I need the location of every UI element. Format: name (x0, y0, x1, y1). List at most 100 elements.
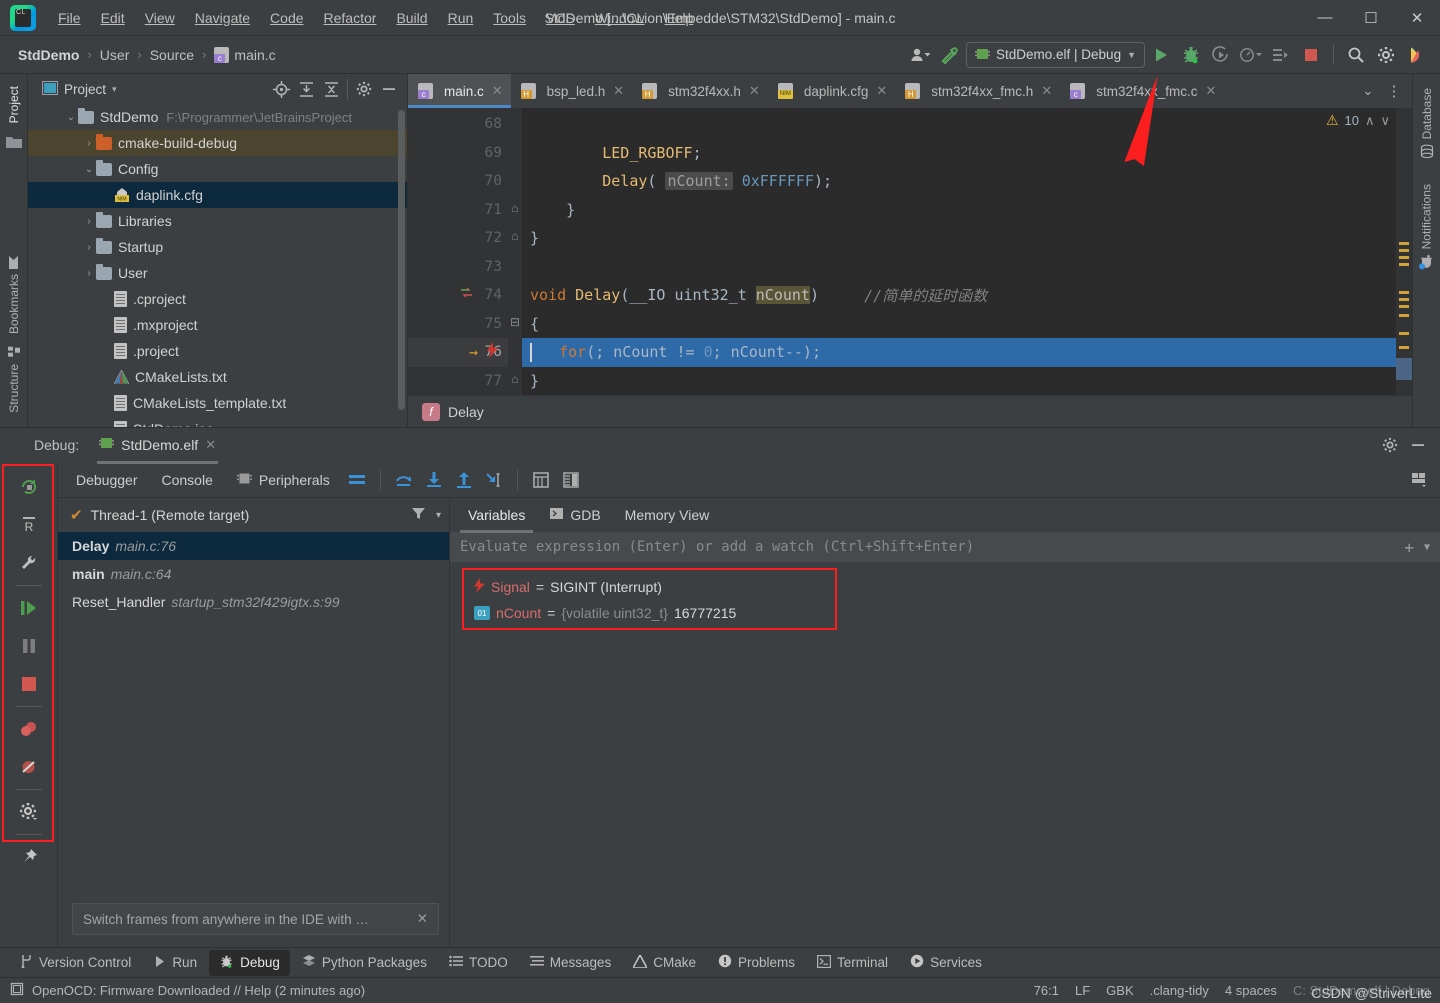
debug-session-tab[interactable]: StdDemo.elf ✕ (91, 432, 224, 464)
tab-stm32f4xx-h[interactable]: stm32f4xx.h ✕ (632, 74, 768, 108)
pause-program-icon[interactable] (14, 631, 44, 661)
menu-build[interactable]: Build (386, 5, 437, 31)
resume-program-icon[interactable] (14, 593, 44, 623)
view-breakpoints-icon[interactable] (14, 714, 44, 744)
hide-icon[interactable] (377, 77, 401, 101)
sidebar-item-database[interactable]: Database (1420, 82, 1434, 164)
run-icon[interactable] (1147, 41, 1175, 69)
breadcrumb-mainc[interactable]: main.c (210, 45, 279, 65)
toolwindow-debug[interactable]: Debug (209, 949, 290, 976)
settings-gear-icon[interactable] (14, 797, 44, 827)
tab-main-c[interactable]: main.c ✕ (408, 74, 511, 108)
layout-settings-icon[interactable] (344, 467, 370, 493)
code-editor[interactable]: 68 69 70 71 72 73 74 75 76 → (408, 108, 1412, 395)
gear-icon[interactable] (1378, 433, 1402, 457)
close-icon[interactable]: ✕ (492, 83, 503, 99)
attach-icon[interactable] (1267, 41, 1295, 69)
tree-row-cmake-build-debug[interactable]: › cmake-build-debug (28, 130, 407, 156)
run-with-coverage-icon[interactable] (1207, 41, 1235, 69)
caret-position[interactable]: 76:1 (1034, 983, 1059, 998)
inspection-widget[interactable]: ⚠ 10 ∧ ∨ (1326, 112, 1390, 129)
hide-icon[interactable] (1406, 433, 1430, 457)
frame-row-delay[interactable]: Delay main.c:76 (58, 532, 449, 560)
tab-gdb[interactable]: GDB (539, 500, 610, 530)
tab-stm32f4xx-fmc-h[interactable]: stm32f4xx_fmc.h ✕ (895, 74, 1060, 108)
filter-icon[interactable] (411, 506, 426, 524)
tree-row-startup[interactable]: › Startup (28, 234, 407, 260)
status-message-area[interactable]: OpenOCD: Firmware Downloaded // Help (2 … (10, 982, 365, 999)
tree-row-daplink-cfg[interactable]: NIM daplink.cfg (28, 182, 407, 208)
sidebar-item-bookmarks[interactable]: Bookmarks (7, 250, 21, 340)
close-icon[interactable]: ✕ (205, 437, 216, 453)
layout-options-icon[interactable] (1406, 467, 1432, 493)
menu-view[interactable]: View (135, 5, 185, 31)
close-icon[interactable]: ✕ (1206, 83, 1217, 99)
chevron-down-icon[interactable]: ▾ (112, 84, 117, 95)
tree-row-cproject[interactable]: .cproject (28, 286, 407, 312)
settings-gear-icon[interactable] (1372, 41, 1400, 69)
fold-marker[interactable]: ⌂ (508, 222, 522, 251)
status-message[interactable]: OpenOCD: Firmware Downloaded // Help (2 … (32, 983, 365, 998)
restore-layout-icon[interactable]: R (14, 510, 44, 540)
sidebar-item-notifications[interactable]: Notifications (1419, 178, 1434, 275)
tree-row-project[interactable]: .project (28, 338, 407, 364)
toolwindow-version-control[interactable]: Version Control (10, 950, 141, 975)
fold-marker[interactable]: ⌂ (508, 365, 522, 394)
tab-stm32f4xx-fmc-c[interactable]: stm32f4xx_fmc.c ✕ (1060, 74, 1224, 108)
file-encoding[interactable]: GBK (1106, 983, 1133, 998)
tree-row-cmakelists-template[interactable]: CMakeLists_template.txt (28, 390, 407, 416)
chevron-down-icon[interactable]: ⌄ (82, 164, 96, 175)
fold-marker[interactable]: ⌂ (508, 194, 522, 223)
user-settings-icon[interactable] (906, 41, 934, 69)
fold-marker[interactable]: ⊟ (508, 308, 522, 337)
menu-tools[interactable]: Tools (483, 5, 536, 31)
toolwindow-todo[interactable]: TODO (439, 951, 518, 974)
tree-row-config[interactable]: ⌄ Config (28, 156, 407, 182)
error-stripe-marker-bar[interactable] (1396, 108, 1412, 395)
settings-wrench-icon[interactable] (14, 548, 44, 578)
toolwindow-messages[interactable]: Messages (520, 951, 622, 974)
menu-code[interactable]: Code (260, 5, 313, 31)
stop-icon[interactable] (14, 669, 44, 699)
code-text-area[interactable]: LED_RGBOFF; Delay( nCount: 0xFFFFFF); } … (522, 108, 1396, 395)
close-icon[interactable]: ✕ (749, 83, 760, 99)
line-separator[interactable]: LF (1075, 983, 1090, 998)
variable-row-signal[interactable]: Signal = SIGINT (Interrupt) (466, 574, 1440, 600)
next-highlight-icon[interactable]: ∨ (1380, 113, 1390, 129)
chevron-down-icon[interactable]: ⌄ (64, 112, 78, 123)
breadcrumb-function-name[interactable]: Delay (448, 404, 484, 420)
tab-memory-view[interactable]: Memory View (615, 501, 720, 529)
close-icon[interactable]: ✕ (876, 83, 887, 99)
project-tree-scrollbar[interactable] (398, 110, 405, 410)
tab-debugger[interactable]: Debugger (66, 467, 148, 501)
mute-breakpoints-icon[interactable] (14, 752, 44, 782)
collapse-all-icon[interactable] (319, 77, 343, 101)
previous-highlight-icon[interactable]: ∧ (1365, 113, 1375, 129)
step-into-icon[interactable] (421, 467, 447, 493)
gear-icon[interactable] (352, 77, 376, 101)
evaluate-expression-field[interactable]: Evaluate expression (Enter) or add a wat… (450, 532, 1440, 562)
menu-refactor[interactable]: Refactor (314, 5, 387, 31)
rerun-icon[interactable] (14, 472, 44, 502)
toolwindow-problems[interactable]: Problems (708, 950, 805, 975)
menu-window[interactable]: Window (585, 5, 655, 31)
close-icon[interactable]: ✕ (1041, 83, 1052, 99)
indent-setting[interactable]: 4 spaces (1225, 983, 1277, 998)
sidebar-item-structure[interactable]: Structure (7, 340, 21, 419)
tree-row-mxproject[interactable]: .mxproject (28, 312, 407, 338)
chevron-right-icon[interactable]: › (82, 242, 96, 253)
code-folding-bar[interactable]: ⌂ ⌂ ⊟ ⌂ (508, 108, 522, 395)
menu-navigate[interactable]: Navigate (185, 5, 260, 31)
tab-peripherals[interactable]: Peripherals (227, 466, 340, 494)
tree-row-cmakelists[interactable]: CMakeLists.txt (28, 364, 407, 390)
menu-file[interactable]: File (48, 5, 91, 31)
tab-console[interactable]: Console (152, 467, 223, 493)
expand-all-icon[interactable] (294, 77, 318, 101)
breadcrumb-source[interactable]: Source (146, 45, 198, 65)
chevron-right-icon[interactable]: › (82, 216, 96, 227)
chevron-right-icon[interactable]: › (82, 138, 96, 149)
close-button[interactable]: ✕ (1394, 0, 1440, 35)
maximize-button[interactable]: ☐ (1348, 0, 1394, 35)
locate-target-icon[interactable] (269, 77, 293, 101)
add-watch-icon[interactable]: + (1404, 538, 1414, 557)
